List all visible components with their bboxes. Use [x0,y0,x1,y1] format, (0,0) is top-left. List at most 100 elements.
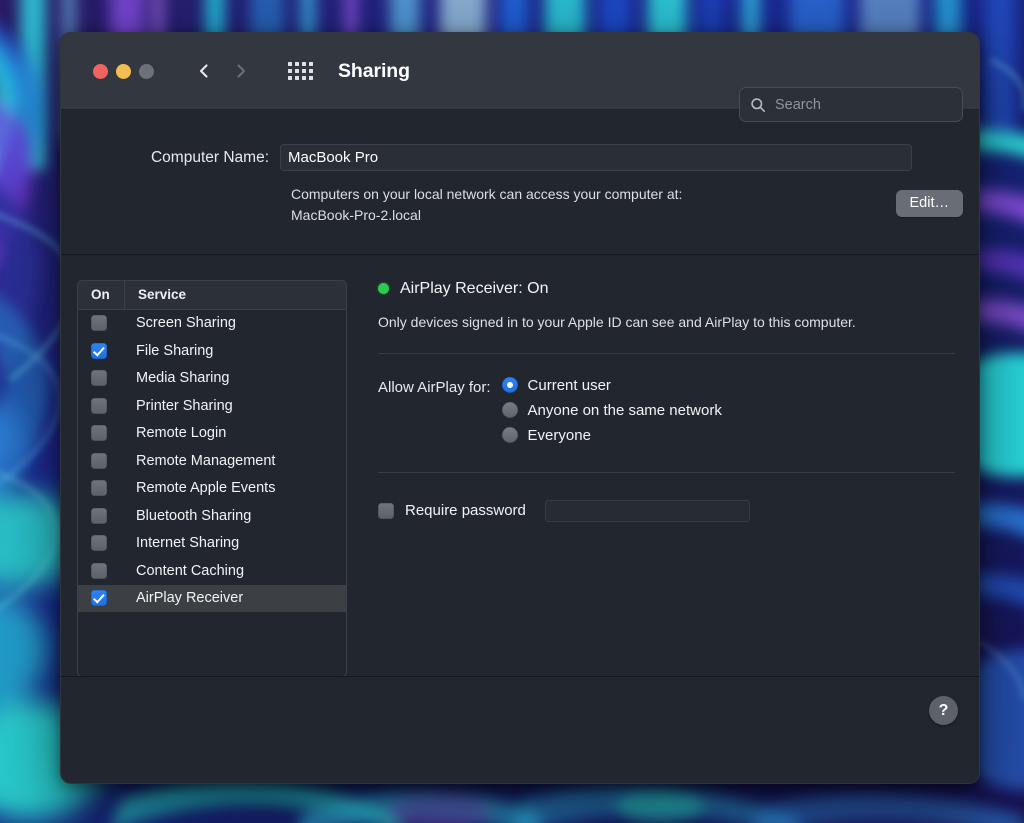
service-label: Remote Login [136,425,227,442]
service-checkbox-cell [91,370,124,387]
service-checkbox[interactable] [91,342,107,359]
computer-name-section: Computer Name: Computers on your local n… [61,110,979,255]
service-checkbox[interactable] [91,397,107,414]
grid-dot [295,69,299,73]
allow-airplay-radio-group: Current user Anyone on the same network Ev… [501,376,722,444]
service-label: File Sharing [136,342,214,359]
service-row[interactable]: File Sharing [78,337,346,365]
grid-dot [302,69,306,73]
service-checkbox[interactable] [91,562,107,579]
chevron-left-icon[interactable] [196,63,212,79]
service-list-rows: Screen Sharing File Sharing Media Sharing P… [78,310,346,613]
radio-option-label: Anyone on the same network [527,401,722,419]
grid-dot [302,76,306,80]
radio-option-label: Current user [527,376,611,394]
help-button[interactable]: ? [929,695,958,725]
computer-name-label: Computer Name: [150,148,269,166]
grid-dot [288,69,292,73]
password-input[interactable] [544,499,750,522]
service-checkbox-cell [91,315,124,332]
main-content-area: On Service Screen Sharing File Sharing Med… [61,255,979,677]
require-password-row: Require password [378,499,955,522]
minimize-button[interactable] [116,63,131,79]
service-label: Bluetooth Sharing [136,507,252,524]
service-checkbox[interactable] [91,315,107,332]
service-row[interactable]: Internet Sharing [78,530,346,558]
grid-dot [288,62,292,66]
navigation-arrows [196,63,249,79]
service-detail-panel: AirPlay Receiver: On Only devices signed… [347,280,963,676]
radio-option[interactable]: Anyone on the same network [501,401,722,419]
status-indicator-dot [378,283,389,295]
service-row[interactable]: Media Sharing [78,365,346,393]
grid-dot [295,62,299,66]
service-row[interactable]: Remote Login [78,420,346,448]
radio-button[interactable] [501,427,518,444]
service-label: Media Sharing [136,370,230,387]
radio-option[interactable]: Current user [501,376,722,394]
grid-dot [302,62,306,66]
radio-button[interactable] [501,402,518,419]
search-field[interactable] [739,87,963,122]
window-title: Sharing [338,59,410,82]
allow-airplay-block: Allow AirPlay for: Current user Anyone on… [378,377,955,444]
close-button[interactable] [93,63,108,79]
service-checkbox[interactable] [91,535,107,552]
service-row[interactable]: Content Caching [78,557,346,585]
service-status-title: AirPlay Receiver: On [400,279,549,297]
search-icon [751,97,765,112]
search-input[interactable] [775,96,952,113]
service-checkbox-cell [91,535,124,552]
service-checkbox-cell [91,397,124,414]
description-line-1: Computers on your local network can acce… [291,186,683,202]
grid-view-icon[interactable] [288,62,313,80]
service-checkbox-cell [91,342,124,359]
computer-name-input[interactable] [280,144,912,171]
computer-name-description-row: Computers on your local network can acce… [77,184,963,227]
service-row[interactable]: Remote Apple Events [78,475,346,503]
service-checkbox[interactable] [91,480,107,497]
service-row[interactable]: Remote Management [78,447,346,475]
service-list[interactable]: On Service Screen Sharing File Sharing Med… [77,279,347,677]
service-label: Screen Sharing [136,315,236,332]
service-checkbox[interactable] [91,370,107,387]
service-row[interactable]: Bluetooth Sharing [78,502,346,530]
column-header-on: On [91,287,110,303]
service-checkbox[interactable] [91,425,107,442]
service-label: AirPlay Receiver [136,590,244,607]
require-password-label: Require password [405,502,526,520]
service-checkbox[interactable] [91,590,107,607]
service-label: Internet Sharing [136,535,240,552]
window-footer: ? [61,675,979,745]
grid-dot [309,62,313,66]
service-label: Remote Management [136,452,276,469]
service-checkbox[interactable] [91,507,107,524]
service-label: Remote Apple Events [136,480,276,497]
radio-button[interactable] [501,377,518,394]
service-checkbox-cell [91,425,124,442]
service-row[interactable]: Printer Sharing [78,392,346,420]
chevron-right-icon[interactable] [233,63,249,79]
zoom-button[interactable] [139,63,154,79]
edit-button[interactable]: Edit… [895,190,963,217]
service-label: Printer Sharing [136,397,233,414]
grid-dot [309,69,313,73]
description-line-2: MacBook-Pro-2.local [291,207,421,224]
service-label: Content Caching [136,562,245,579]
service-checkbox-cell [91,562,124,579]
service-row[interactable]: Screen Sharing [78,310,346,338]
service-status-description: Only devices signed in to your Apple ID … [378,313,856,330]
service-checkbox-cell [91,590,124,607]
window-titlebar: Sharing [61,33,979,122]
service-checkbox-cell [91,452,124,469]
grid-dot [288,76,292,80]
require-password-checkbox[interactable] [378,502,394,519]
sharing-preferences-window: Sharing Computer Name: Computers on your… [60,32,980,784]
traffic-light-buttons [93,63,154,79]
service-row[interactable]: AirPlay Receiver [78,584,346,613]
radio-option[interactable]: Everyone [501,427,722,444]
service-list-header: On Service [78,280,346,310]
service-checkbox[interactable] [91,452,107,469]
service-checkbox-cell [91,507,124,524]
service-checkbox-cell [91,480,124,497]
